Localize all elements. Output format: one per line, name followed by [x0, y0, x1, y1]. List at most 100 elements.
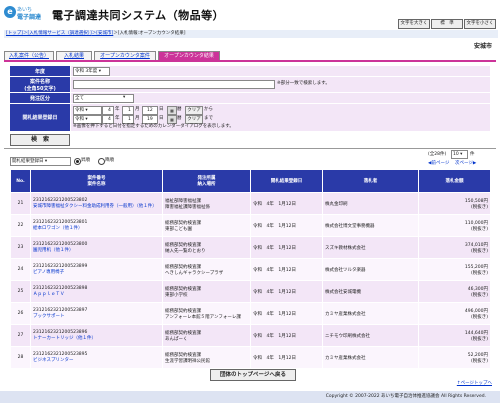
unit-month: 月: [135, 116, 140, 121]
footer: Copyright © 2007-2022 あいち電子自治体推進協議会 All …: [0, 391, 500, 403]
case-name-link[interactable]: 絵本ロワゴン（他１件）: [33, 226, 83, 231]
to-label: まで: [204, 116, 213, 121]
tax-note: (税抜き): [470, 358, 488, 364]
cell-date: 令和 4年 1月12日: [250, 280, 323, 303]
department: 福祉部障害福祉課: [165, 198, 201, 204]
unit-month: 月: [135, 107, 140, 112]
font-smaller-button[interactable]: 文字を小さく: [464, 19, 496, 29]
case-name-row: 案件名称 (全角50文字) ※部分一致で検索します。: [10, 77, 490, 93]
sort-asc-label: 昇順: [81, 158, 90, 163]
tab-open-counter-results[interactable]: オープンカウンタ結果: [158, 51, 220, 60]
header-case: 案件番号 案件名称: [30, 169, 163, 193]
cell-amount: 150,508円 (税抜き): [418, 192, 491, 215]
header-winner: 落札者: [322, 169, 419, 193]
logo-text-2: 電子調達: [17, 14, 42, 21]
case-number: 2312162321200523802: [33, 198, 88, 203]
cell-winner: 株式会社博文堂事務機器: [322, 214, 419, 237]
table-row: 25 2312162321200523898 ＡｐｐｌｅＴＶ 総務部契約検査課 東部小学…: [10, 280, 491, 303]
cell-case: 2312162321200523898 ＡｐｐｌｅＴＶ: [30, 280, 163, 303]
tax-note: (税抜き): [470, 248, 488, 254]
system-title: 電子調達共同システム（物品等）: [52, 9, 225, 22]
cell-case: 2312162321200523897 ブックサポート: [30, 302, 163, 325]
delivery-place: アンフォーレ本館５階アンフォーレ課: [165, 314, 241, 320]
cell-no: 23: [10, 236, 31, 259]
calendar-from-icon[interactable]: ▦: [167, 106, 177, 115]
cell-date: 令和 4年 1月12日: [250, 324, 323, 347]
prev-page-link[interactable]: ◀前ページ: [428, 160, 449, 166]
case-number: 2312162321200523800: [33, 242, 88, 247]
sort-asc-radio[interactable]: [74, 158, 81, 165]
breadcrumb-top[interactable]: [トップ]: [6, 31, 23, 36]
case-name-link[interactable]: ビジネスプリンター: [33, 358, 74, 363]
table-row: 24 2312162321200523899 ピアノ専用椅子 総務部契約検査課 へきしん…: [10, 258, 491, 281]
breadcrumb-service[interactable]: ＞[入札情報サービス（調達選択）]: [23, 31, 92, 36]
font-larger-button[interactable]: 文字を大きく: [398, 19, 430, 29]
amount: 496,000円: [464, 308, 488, 314]
logo-mark-icon: e: [4, 6, 16, 18]
case-name-link[interactable]: 園児用机（他１件）: [33, 248, 74, 253]
tab-bid-notice[interactable]: 入札案件（公告）: [4, 51, 54, 60]
cell-winner: カミヤ産業株式会社: [322, 302, 419, 325]
year-select[interactable]: 令和 3年度 ▾: [73, 67, 110, 76]
case-name-input[interactable]: [73, 80, 275, 89]
cell-case: 2312162321200523802 安城市障害福祉タクシー料金助成利用券（一般…: [30, 192, 163, 215]
tab-underline: [4, 60, 496, 62]
date-from-month-input[interactable]: 1: [122, 106, 134, 115]
table-header-row: No. 案件番号 案件名称 発注所属 納入場所 開札結果登録日 落札者 落札金額: [10, 169, 491, 193]
calendar-from-label: 暦: [177, 107, 182, 112]
tab-open-counter[interactable]: オープンカウンタ案件: [94, 51, 156, 60]
case-number: 2312162321200523801: [33, 220, 88, 225]
header-dept: 発注所属 納入場所: [162, 169, 251, 193]
cell-dept: 総務部契約検査課 へきしんギャラクシープラザ: [162, 258, 251, 281]
page-top-link[interactable]: ↑ページトップへ: [457, 380, 492, 386]
amount: 144,640円: [464, 330, 488, 336]
case-name-link[interactable]: ＡｐｐｌｅＴＶ: [33, 292, 65, 297]
cell-no: 25: [10, 280, 31, 303]
date-note: ※画像を押下すると日付を指定するためのカレンダーダイアログを表示します。: [73, 124, 234, 129]
case-number: 2312162321200523899: [33, 264, 88, 269]
clear-from-button[interactable]: クリア: [185, 106, 203, 115]
case-name-link[interactable]: トナーカートリッジ（他１件）: [33, 336, 96, 341]
sort-select[interactable]: 開札結果登録日 ▾: [10, 157, 71, 166]
date-from-era-select[interactable]: 令和 ▾: [73, 106, 102, 115]
breadcrumb-city[interactable]: ＞[安城市]: [92, 31, 114, 36]
cell-amount: 52,200円 (税抜き): [418, 346, 491, 369]
result-count: (全28件): [428, 152, 447, 157]
back-to-top-button[interactable]: 団体のトップページへ戻る: [210, 369, 296, 381]
tab-bid-results[interactable]: 入札結果: [56, 51, 92, 60]
cell-no: 24: [10, 258, 31, 281]
cell-no: 21: [10, 192, 31, 215]
per-page-select[interactable]: 10 ▾: [451, 150, 468, 159]
cell-case: 2312162321200523801 絵本ロワゴン（他１件）: [30, 214, 163, 237]
department: 総務部契約検査課: [165, 264, 201, 270]
date-from-day-input[interactable]: 12: [142, 106, 158, 115]
logo: e あいち 電子調達: [4, 6, 48, 24]
delivery-place: へきしんギャラクシープラザ: [165, 270, 224, 276]
font-standard-button[interactable]: 標 準: [431, 19, 463, 29]
sort-desc-radio[interactable]: [98, 158, 105, 165]
cell-winner: 株丸金印刷: [322, 192, 419, 215]
cell-case: 2312162321200523895 ビジネスプリンター: [30, 346, 163, 369]
case-name-link[interactable]: ブックサポート: [33, 314, 65, 319]
header-no: No.: [10, 169, 31, 193]
cell-dept: 総務部契約検査課 納入先一覧のとおり: [162, 236, 251, 259]
sort-desc-label: 降順: [105, 158, 114, 163]
department: 総務部契約検査課: [165, 286, 201, 292]
tax-note: (税抜き): [470, 336, 488, 342]
cell-dept: 総務部契約検査課 東部小学校: [162, 280, 251, 303]
case-name-link[interactable]: ピアノ専用椅子: [33, 270, 64, 275]
date-from-year-input[interactable]: 4: [102, 106, 114, 115]
next-page-link[interactable]: 次ページ▶: [455, 160, 476, 166]
case-name-link[interactable]: 安城市障害福祉タクシー料金助成利用券（一般用）（他１件）: [33, 204, 157, 209]
delivery-place: 東部小学校: [165, 292, 188, 298]
order-type-label: 発注区分: [10, 93, 70, 103]
table-row: 27 2312162321200523896 トナーカートリッジ（他１件） 総務部契約…: [10, 324, 491, 347]
search-button[interactable]: 検 索: [10, 134, 70, 146]
amount: 374,010円: [464, 242, 488, 248]
cell-amount: 155,200円 (税抜き): [418, 258, 491, 281]
cell-winner: ニチモウ印刷株式会社: [322, 324, 419, 347]
department: 総務部契約検査課: [165, 352, 201, 358]
cell-amount: 374,010円 (税抜き): [418, 236, 491, 259]
department: 総務部契約検査課: [165, 308, 201, 314]
cell-amount: 46,300円 (税抜き): [418, 280, 491, 303]
